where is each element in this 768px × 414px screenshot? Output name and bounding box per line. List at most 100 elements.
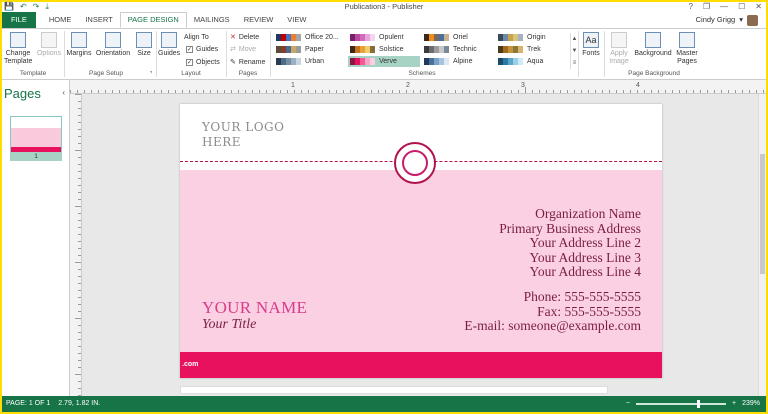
ruler-tick xyxy=(189,90,190,93)
ruler-tick xyxy=(78,269,81,270)
guides-button[interactable]: Guides xyxy=(158,31,180,58)
scheme-technic[interactable]: Technic xyxy=(422,44,494,55)
rename-page-button[interactable]: ✎ Rename xyxy=(230,58,265,67)
circle-emblem[interactable] xyxy=(394,142,436,184)
address-line-2[interactable]: Your Address Line 2 xyxy=(529,235,641,251)
delete-page-button[interactable]: ✕ Delete xyxy=(230,33,259,42)
page-thumbnail-number[interactable]: 1 xyxy=(10,152,62,161)
ruler-tick xyxy=(756,90,757,93)
zoom-slider[interactable] xyxy=(636,400,726,408)
ruler-tick xyxy=(308,90,309,93)
ruler-tick xyxy=(686,90,687,93)
options-button[interactable]: Options xyxy=(34,31,64,58)
chevron-down-icon: ▾ xyxy=(739,15,743,24)
organization-name[interactable]: Organization Name xyxy=(535,206,641,222)
tab-mailings[interactable]: MAILINGS xyxy=(187,12,237,28)
zoom-out-button[interactable]: − xyxy=(626,396,630,412)
person-name[interactable]: YOUR NAME xyxy=(202,298,307,318)
vertical-scrollbar[interactable] xyxy=(758,94,766,396)
scheme-office-20[interactable]: Office 20... xyxy=(274,32,346,43)
collapse-pane-icon[interactable]: ‹ xyxy=(62,88,65,97)
help-button[interactable]: ? xyxy=(689,2,693,12)
tab-file[interactable]: FILE xyxy=(2,12,36,28)
ruler-tick xyxy=(75,150,81,151)
zoom-in-button[interactable]: + xyxy=(732,396,736,412)
ruler-tick xyxy=(78,143,81,144)
scheme-label: Technic xyxy=(453,46,477,53)
zoom-level[interactable]: 239% xyxy=(742,396,760,412)
scheme-paper[interactable]: Paper xyxy=(274,44,346,55)
apply-image-icon xyxy=(611,32,627,48)
objects-checkbox[interactable]: ✓ Objects xyxy=(186,58,220,67)
email-text[interactable]: E-mail: someone@example.com xyxy=(464,318,641,334)
horizontal-scrollbar[interactable] xyxy=(180,386,608,394)
scroll-down-icon[interactable]: ▼ xyxy=(571,45,578,57)
ruler-tick xyxy=(78,122,81,123)
tab-view[interactable]: VIEW xyxy=(280,12,313,28)
ruler-tick xyxy=(78,185,81,186)
scheme-urban[interactable]: Urban xyxy=(274,56,346,67)
scheme-aqua[interactable]: Aqua xyxy=(496,56,568,67)
ruler-tick xyxy=(763,90,764,93)
scrollbar-thumb[interactable] xyxy=(760,154,765,274)
business-card[interactable]: YOUR LOGO HERE Organization Name Primary… xyxy=(180,104,662,378)
logo-placeholder[interactable]: YOUR LOGO HERE xyxy=(202,120,284,150)
scheme-solstice[interactable]: Solstice xyxy=(348,44,420,55)
ruler-tick xyxy=(560,90,561,93)
master-pages-button[interactable]: Master Pages xyxy=(674,31,700,66)
scheme-alpine[interactable]: Alpine xyxy=(422,56,494,67)
orientation-button[interactable]: Orientation xyxy=(94,31,132,58)
user-account[interactable]: Cindy Grigg ▾ xyxy=(696,12,758,28)
fonts-button[interactable]: Aa Fonts xyxy=(580,31,602,58)
address-line-4[interactable]: Your Address Line 4 xyxy=(529,264,641,280)
margins-button[interactable]: Margins xyxy=(66,31,92,58)
horizontal-ruler[interactable]: 1 2 3 4 xyxy=(70,80,766,94)
scheme-oriel[interactable]: Oriel xyxy=(422,32,494,43)
scheme-trek[interactable]: Trek xyxy=(496,44,568,55)
ruler-tick xyxy=(217,90,218,93)
tab-home[interactable]: HOME xyxy=(42,12,79,28)
ruler-tick xyxy=(371,90,372,93)
page-setup-launcher-icon[interactable]: ⌝ xyxy=(146,70,156,78)
change-template-icon xyxy=(10,32,26,48)
more-icon[interactable]: ≡ xyxy=(571,57,578,69)
tab-insert[interactable]: INSERT xyxy=(78,12,119,28)
ruler-tick xyxy=(78,220,81,221)
guides-checkbox[interactable]: ✓ Guides xyxy=(186,45,218,54)
ruler-tick xyxy=(644,90,645,93)
scheme-origin[interactable]: Origin xyxy=(496,32,568,43)
apply-image-button[interactable]: Apply Image xyxy=(606,31,632,66)
minimize-button[interactable]: — xyxy=(720,2,728,12)
maximize-button[interactable]: ☐ xyxy=(738,2,745,12)
ruler-tick xyxy=(78,290,81,291)
page-indicator[interactable]: PAGE: 1 OF 1 xyxy=(6,396,50,412)
fax-text[interactable]: Fax: 555-555-5555 xyxy=(537,304,641,320)
ruler-tick xyxy=(182,90,183,93)
gallery-scroll[interactable]: ▲ ▼ ≡ xyxy=(570,33,578,69)
tab-page-design[interactable]: PAGE DESIGN xyxy=(119,12,187,28)
scheme-opulent[interactable]: Opulent xyxy=(348,32,420,43)
change-template-button[interactable]: Change Template xyxy=(4,31,32,66)
ruler-tick xyxy=(78,213,81,214)
tab-review[interactable]: REVIEW xyxy=(237,12,281,28)
job-title[interactable]: Your Title xyxy=(202,317,256,333)
scheme-verve[interactable]: Verve xyxy=(348,56,420,67)
scheme-label: Trek xyxy=(527,46,541,53)
phone-text[interactable]: Phone: 555-555-5555 xyxy=(524,289,641,305)
ribbon-display-button[interactable]: ❐ xyxy=(703,2,710,12)
ruler-tick xyxy=(133,90,134,93)
ruler-tick xyxy=(78,241,81,242)
address-line-3[interactable]: Your Address Line 3 xyxy=(529,250,641,266)
primary-address[interactable]: Primary Business Address xyxy=(499,221,641,237)
zoom-slider-knob[interactable] xyxy=(697,400,700,408)
page-thumbnail[interactable] xyxy=(10,116,62,152)
delete-label: Delete xyxy=(238,34,260,41)
scroll-up-icon[interactable]: ▲ xyxy=(571,33,578,45)
ruler-tick xyxy=(329,90,330,93)
background-button[interactable]: Background xyxy=(634,31,672,58)
move-page-button[interactable]: ⇄ Move xyxy=(230,45,256,54)
vertical-ruler[interactable] xyxy=(70,94,82,396)
close-button[interactable]: ✕ xyxy=(755,2,762,12)
group-label-schemes: Schemes xyxy=(408,70,436,77)
size-button[interactable]: Size xyxy=(134,31,154,58)
